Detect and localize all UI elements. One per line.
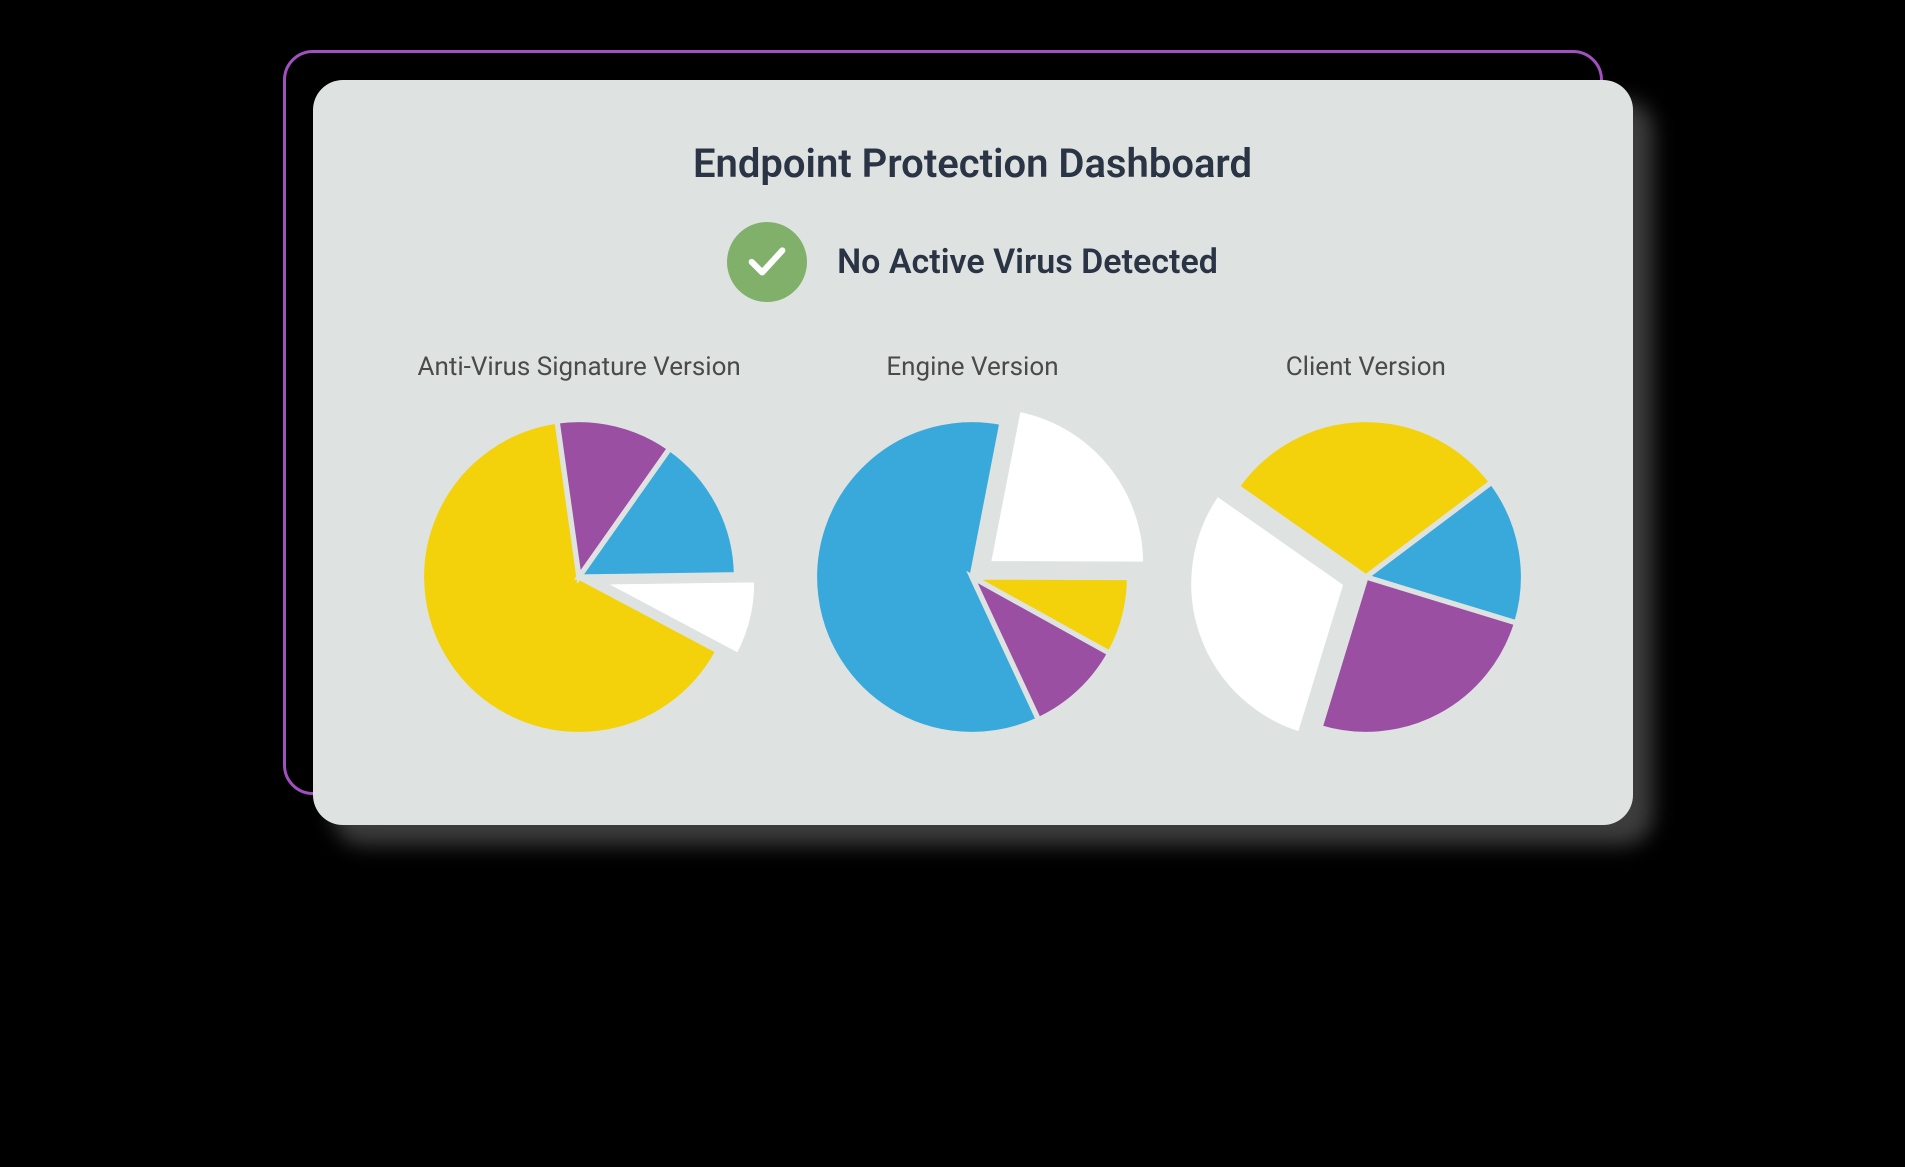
stage: Endpoint Protection Dashboard No Active … [203,0,1703,858]
dashboard-title: Endpoint Protection Dashboard [373,140,1573,187]
chart-label: Anti-Virus Signature Version [383,352,776,382]
dashboard-card: Endpoint Protection Dashboard No Active … [313,80,1633,825]
charts-row: Anti-Virus Signature Version Engine Vers… [373,352,1573,752]
pie-engine [776,402,1169,752]
chart-col-client: Client Version [1169,352,1562,752]
chart-col-engine: Engine Version [776,352,1169,752]
status-row: No Active Virus Detected [373,222,1573,302]
pie-signature [383,402,776,752]
check-icon [744,237,790,287]
chart-label: Engine Version [776,352,1169,382]
chart-label: Client Version [1169,352,1562,382]
pie-slice-white [989,409,1146,564]
status-text: No Active Virus Detected [837,242,1218,282]
chart-col-signature: Anti-Virus Signature Version [383,352,776,752]
pie-client [1169,402,1562,752]
status-badge [727,222,807,302]
